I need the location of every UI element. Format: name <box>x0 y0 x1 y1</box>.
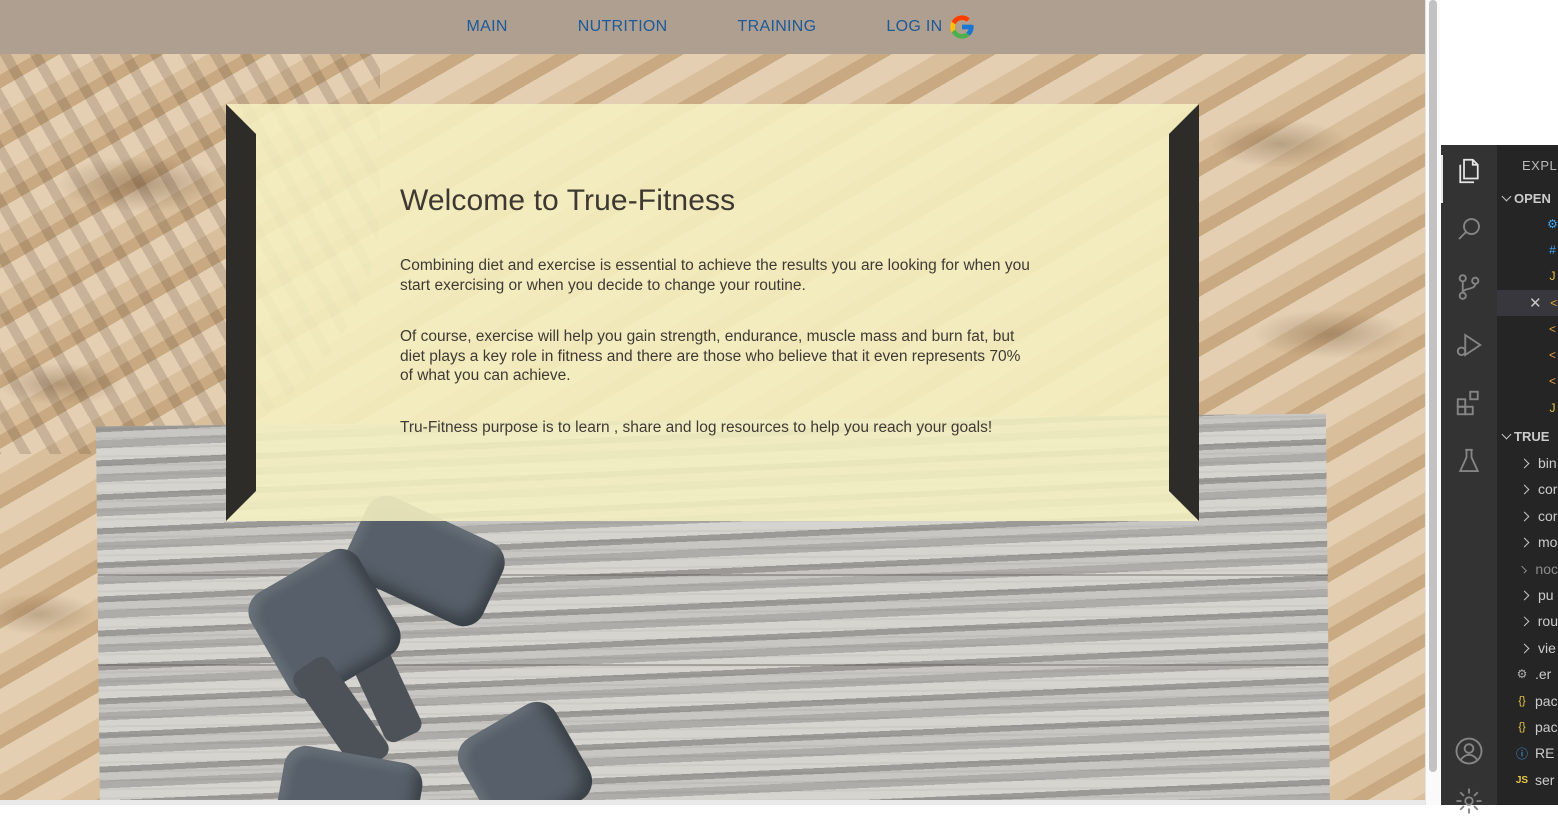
open-editor-item[interactable]: J <box>1497 395 1558 421</box>
folder-item[interactable]: noc <box>1497 556 1558 582</box>
open-editors-header[interactable]: OPEN <box>1501 191 1551 206</box>
welcome-title: Welcome to True-Fitness <box>400 184 736 217</box>
folder-name: mo <box>1538 534 1558 550</box>
folder-name: cor <box>1538 508 1558 524</box>
folder-name: pu <box>1538 587 1554 603</box>
folder-item[interactable]: mo <box>1497 529 1558 555</box>
open-editor-item[interactable]: < <box>1497 368 1558 394</box>
run-debug-icon[interactable] <box>1453 329 1485 361</box>
js-file-icon: J <box>1549 269 1556 283</box>
gear-file-icon: # <box>1549 243 1556 257</box>
intro-paragraph-3: Tru-Fitness purpose is to learn , share … <box>400 418 993 436</box>
testing-icon[interactable] <box>1453 445 1485 477</box>
top-navbar: MAIN NUTRITION TRAINING LOG IN <box>0 0 1425 54</box>
html-file-icon: < <box>1548 374 1556 388</box>
card-left-bevel <box>226 104 256 521</box>
chevron-right-icon <box>1519 616 1530 626</box>
files-icon[interactable] <box>1453 155 1485 187</box>
file-name: .er <box>1535 666 1552 682</box>
file-item[interactable]: ⚙ .er <box>1497 661 1558 687</box>
intro-paragraph-2: Of course, exercise will help you gain s… <box>400 328 1021 384</box>
folder-item[interactable]: rou <box>1497 608 1558 634</box>
html-file-icon: < <box>1548 348 1556 362</box>
nav-training[interactable]: TRAINING <box>738 18 817 36</box>
gear-icon: ⚙ <box>1516 667 1528 681</box>
info-icon: ⓘ <box>1515 746 1528 761</box>
login-label: LOG IN <box>886 18 943 35</box>
file-item[interactable]: JS ser <box>1497 767 1558 793</box>
open-editor-item[interactable]: J <box>1497 263 1558 289</box>
source-control-icon[interactable] <box>1453 271 1485 303</box>
intro-paragraph-1: Combining diet and exercise is essential… <box>400 257 1030 294</box>
chevron-right-icon <box>1519 484 1530 494</box>
active-indicator <box>1441 155 1443 203</box>
settings-gear-icon[interactable] <box>1453 785 1485 817</box>
google-g-icon <box>950 15 975 39</box>
chevron-right-icon <box>1519 511 1530 521</box>
html-file-icon: < <box>1550 296 1558 310</box>
open-editors-label: OPEN <box>1514 191 1551 206</box>
folder-item[interactable]: cor <box>1497 476 1558 502</box>
js-file-icon: J <box>1549 401 1556 415</box>
folder-name: vie <box>1538 640 1556 656</box>
chevron-right-icon <box>1519 643 1530 653</box>
file-name: pac <box>1535 719 1558 735</box>
plank-seam <box>98 574 1328 576</box>
nav-login[interactable]: LOG IN <box>886 13 976 41</box>
json-icon: {} <box>1518 695 1526 707</box>
page-bottom-edge <box>0 800 1425 805</box>
folder-item[interactable]: bin <box>1497 450 1558 476</box>
folder-item[interactable]: vie <box>1497 635 1558 661</box>
open-editor-item[interactable]: ⚙ <box>1497 211 1558 237</box>
file-name: pac <box>1535 693 1558 709</box>
folder-name: rou <box>1537 613 1558 629</box>
nav-nutrition[interactable]: NUTRITION <box>578 18 668 36</box>
folder-item[interactable]: pu <box>1497 582 1558 608</box>
gear-file-icon: ⚙ <box>1547 217 1558 231</box>
chevron-down-icon <box>1501 191 1512 202</box>
project-label: TRUE <box>1514 429 1550 444</box>
search-icon[interactable] <box>1453 213 1485 245</box>
chevron-right-icon <box>1519 590 1530 600</box>
welcome-card: Welcome to True-Fitness Combining diet a… <box>226 104 1199 521</box>
page-scrollbar-thumb[interactable] <box>1429 0 1437 772</box>
folder-name: bin <box>1538 455 1557 471</box>
folder-name: noc <box>1535 561 1558 577</box>
folder-item[interactable]: cor <box>1497 503 1558 529</box>
activity-bar <box>1441 145 1497 814</box>
welcome-content: Welcome to True-Fitness Combining diet a… <box>400 184 1030 469</box>
html-file-icon: < <box>1548 322 1556 336</box>
open-editor-item[interactable]: < <box>1497 316 1558 342</box>
hero-background: Welcome to True-Fitness Combining diet a… <box>0 54 1425 805</box>
json-icon: {} <box>1518 721 1526 733</box>
chevron-right-icon <box>1519 458 1530 468</box>
card-right-bevel <box>1169 104 1199 521</box>
file-item[interactable]: {} pac <box>1497 688 1558 714</box>
open-editor-item-selected[interactable]: ✕ < <box>1497 290 1558 316</box>
file-item[interactable]: {} pac <box>1497 714 1558 740</box>
explorer-sidebar: EXPLO OPEN ⚙ # J ✕ < < < < J TRUE bin co… <box>1497 145 1558 805</box>
extensions-icon[interactable] <box>1453 387 1485 419</box>
file-item[interactable]: ⓘ RE <box>1497 740 1558 766</box>
open-editor-item[interactable]: < <box>1497 342 1558 368</box>
folder-name: cor <box>1538 481 1558 497</box>
file-name: RE <box>1535 745 1555 761</box>
vscode-window: EXPLO OPEN ⚙ # J ✕ < < < < J TRUE bin co… <box>1441 145 1558 814</box>
project-header[interactable]: TRUE <box>1501 429 1550 444</box>
chevron-down-icon <box>1501 429 1512 440</box>
account-icon[interactable] <box>1453 735 1485 767</box>
close-icon[interactable]: ✕ <box>1529 294 1542 312</box>
js-icon: JS <box>1515 774 1529 786</box>
chevron-right-icon <box>1519 564 1528 574</box>
nav-main[interactable]: MAIN <box>467 18 508 36</box>
explorer-title: EXPLO <box>1522 158 1558 173</box>
chevron-right-icon <box>1519 537 1530 547</box>
file-name: ser <box>1535 772 1555 788</box>
browser-page: MAIN NUTRITION TRAINING LOG IN Welcome t… <box>0 0 1425 805</box>
open-editor-item[interactable]: # <box>1497 237 1558 263</box>
